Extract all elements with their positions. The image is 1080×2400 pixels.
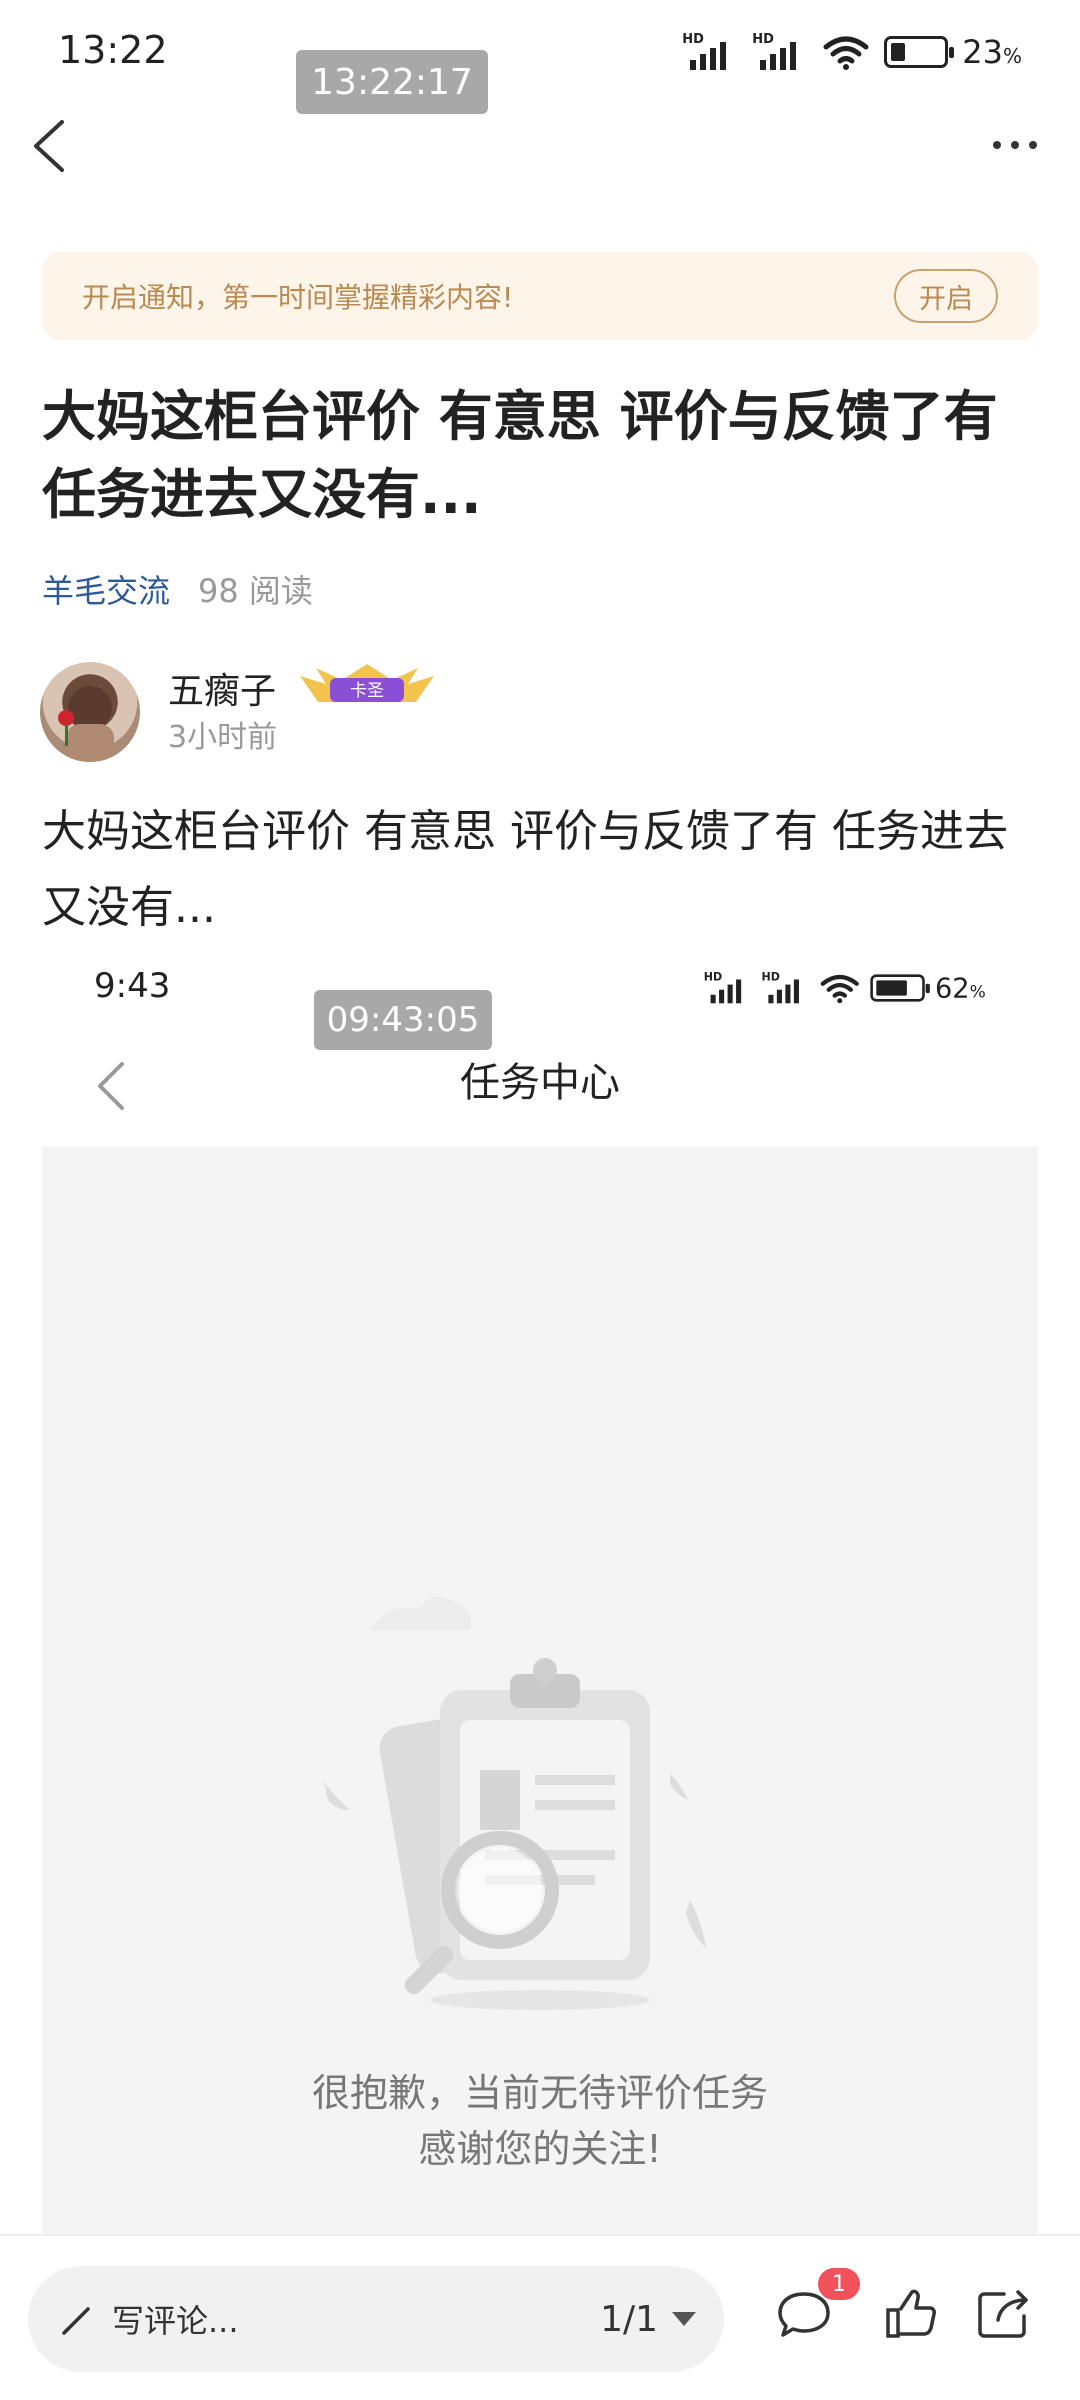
empty-message: 很抱歉，当前无待评价任务: [311, 2071, 768, 2115]
embedded-signal-icon: HD: [704, 971, 752, 1005]
embedded-battery-percent: 62%: [935, 971, 986, 1005]
comment-input[interactable]: 写评论... 1/1: [28, 2266, 724, 2372]
article-title: 大妈这柜台评价 有意思 评价与反馈了有任务进去又没有...: [42, 385, 998, 526]
status-icons: HD HD 23%: [682, 30, 1022, 74]
embedded-timestamp-badge: 09:43:05: [314, 990, 492, 1050]
avatar-image: [58, 686, 114, 762]
embedded-status-icons: HD HD 62%: [704, 971, 986, 1005]
thumbs-up-icon: [886, 2289, 936, 2338]
enable-notification-button[interactable]: 开启: [894, 269, 998, 323]
crown-badge-icon: 卡圣: [300, 664, 434, 702]
embedded-signal-icon-2: HD: [762, 971, 810, 1005]
author-badge: 卡圣: [296, 662, 438, 710]
embedded-status-time: 9:43: [94, 966, 171, 1006]
embedded-page-title: 任务中心: [460, 1060, 620, 1106]
chevron-left-icon: [34, 120, 64, 172]
timestamp-badge: 13:22:17: [296, 50, 488, 114]
bottom-divider: [0, 2234, 1080, 2236]
article-meta: 羊毛交流 98 阅读: [42, 566, 313, 612]
embedded-battery-icon: [870, 974, 931, 1002]
read-count: 98 阅读: [198, 572, 313, 610]
back-button[interactable]: [20, 110, 80, 180]
embedded-wifi-icon: [820, 974, 860, 1004]
notification-banner: 开启通知，第一时间掌握精彩内容! 开启: [42, 252, 1038, 340]
category-link[interactable]: 羊毛交流: [42, 566, 170, 612]
more-dots-icon: [993, 141, 1001, 149]
page-indicator[interactable]: 1/1: [600, 2299, 658, 2340]
signal-icon-2: HD: [752, 32, 808, 72]
empty-clipboard-icon: [310, 1560, 770, 2020]
comment-placeholder: 写评论...: [112, 2302, 239, 2340]
post-time: 3小时前: [168, 720, 278, 755]
share-button[interactable]: [974, 2284, 1034, 2344]
more-button[interactable]: [980, 120, 1050, 170]
share-icon: [978, 2290, 1028, 2338]
status-time: 13:22: [58, 28, 168, 72]
wifi-icon: [823, 36, 869, 70]
author-badge-text: 卡圣: [350, 681, 384, 701]
comment-count-badge: 1: [818, 2268, 860, 2300]
pencil-icon: [62, 2307, 90, 2335]
avatar[interactable]: [40, 662, 140, 762]
author-name[interactable]: 五瘸子: [168, 662, 276, 714]
signal-icon: HD: [682, 32, 738, 72]
article-body: 大妈这柜台评价 有意思 评价与反馈了有 任务进去又没有...: [42, 806, 1008, 933]
chevron-down-icon[interactable]: [672, 2312, 696, 2326]
empty-thanks: 感谢您的关注!: [418, 2127, 662, 2171]
battery-icon: [884, 36, 955, 68]
like-button[interactable]: [880, 2284, 940, 2344]
notification-text: 开启通知，第一时间掌握精彩内容!: [82, 281, 514, 314]
battery-percent: 23%: [962, 33, 1022, 71]
